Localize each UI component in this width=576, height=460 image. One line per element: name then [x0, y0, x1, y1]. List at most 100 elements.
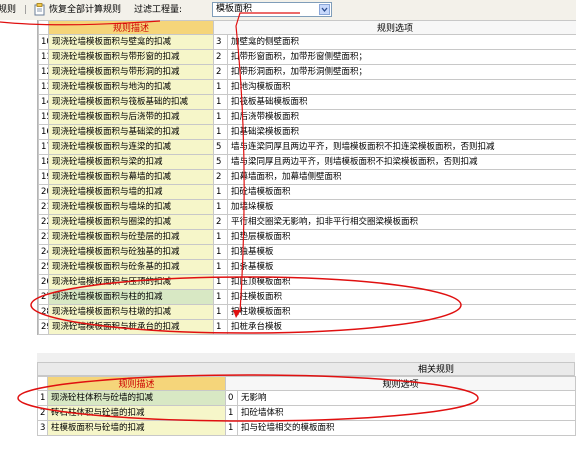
rule-row-option[interactable]: 扣后浇带模板面积 [226, 109, 576, 125]
rule-row[interactable]: 17现浇砼墙模板面积与连梁的扣减5墙与连梁同厚且两边平齐，则墙模板面积不扣连梁模… [38, 139, 576, 155]
rule-row[interactable]: 11现浇砼墙模板面积与带形窗的扣减2扣带形窗面积，加带形窗侧壁面积； [38, 49, 576, 65]
rule-row[interactable]: 24现浇砼墙模板面积与砼独基的扣减1扣独基模板 [38, 244, 576, 260]
rule-row-option[interactable]: 扣幕墙面积，加幕墙侧壁面积 [226, 169, 576, 185]
rule-row-number: 21 [38, 199, 49, 215]
rule-row-option[interactable]: 扣基础梁模板面积 [226, 124, 576, 140]
rule-row[interactable]: 21现浇砼墙模板面积与墙垛的扣减1加墙垛模板 [38, 199, 576, 215]
related-row[interactable]: 1 现浇砼柱体积与砼墙的扣减 0 无影响 [37, 390, 576, 406]
rule-row[interactable]: 13现浇砼墙模板面积与地沟的扣减1扣地沟模板面积 [38, 79, 576, 95]
rule-row-code: 2 [213, 49, 228, 65]
rule-row-option[interactable]: 扣条基模板 [226, 259, 576, 275]
restore-rules-icon[interactable] [34, 3, 46, 16]
rule-row-option[interactable]: 扣带形洞面积，加带形洞侧壁面积； [226, 64, 576, 80]
column-header-desc[interactable]: 规则描述 [48, 20, 214, 35]
related-row[interactable]: 3 柱模板面积与砼墙的扣减 1 扣与砼墙相交的模板面积 [37, 420, 576, 436]
filter-quantity-value: 模板面积 [216, 4, 253, 14]
filter-quantity-select[interactable]: 模板面积 [212, 2, 332, 17]
rule-row[interactable]: 18现浇砼墙模板面积与梁的扣减5墙与梁同厚且两边平齐，则墙模板面积不扣梁模板面积… [38, 154, 576, 170]
rule-row-code: 5 [213, 139, 228, 155]
rule-row-number: 29 [38, 319, 49, 335]
rule-row[interactable]: 23现浇砼墙模板面积与砼垫层的扣减1扣垫层模板面积 [38, 229, 576, 245]
rule-row[interactable]: 20现浇砼墙模板面积与墙的扣减1扣砼墙模板面积 [38, 184, 576, 200]
related-row-option[interactable]: 无影响 [236, 390, 576, 406]
rule-row-option[interactable]: 加墙垛模板 [226, 199, 576, 215]
rule-row-code: 1 [213, 289, 228, 305]
rule-row-option[interactable]: 平行相交圈梁无影响，扣非平行相交圈梁模板面积 [226, 214, 576, 230]
rule-row-description: 现浇砼墙模板面积与连梁的扣减 [48, 139, 214, 155]
related-row-number: 1 [37, 390, 48, 406]
restore-all-rules-button[interactable]: 恢复全部计算规则 [49, 3, 121, 17]
rule-row-description: 现浇砼墙模板面积与基础梁的扣减 [48, 124, 214, 140]
left-pane [0, 20, 37, 460]
rule-row-description: 现浇砼墙模板面积与砼垫层的扣减 [48, 229, 214, 245]
rule-row[interactable]: 12现浇砼墙模板面积与带形洞的扣减2扣带形洞面积，加带形洞侧壁面积； [38, 64, 576, 80]
related-row-option[interactable]: 扣与砼墙相交的模板面积 [236, 420, 576, 436]
related-header-options[interactable]: 规则选项 [224, 376, 576, 391]
rule-row-code: 1 [213, 259, 228, 275]
rule-row-option[interactable]: 扣垫层模板面积 [226, 229, 576, 245]
rule-row-number: 20 [38, 184, 49, 200]
rule-row[interactable]: 10现浇砼墙模板面积与壁龛的扣减3加壁龛的侧壁面积 [38, 34, 576, 50]
rule-row[interactable]: 15现浇砼墙模板面积与后浇带的扣减1扣后浇带模板面积 [38, 109, 576, 125]
rule-row-number: 12 [38, 64, 49, 80]
related-row-description: 现浇砼柱体积与砼墙的扣减 [47, 390, 226, 406]
rule-row[interactable]: 14现浇砼墙模板面积与筏板基础的扣减1扣筏板基础模板面积 [38, 94, 576, 110]
related-rules-title: 相关规则 [37, 362, 575, 376]
rule-row-number: 24 [38, 244, 49, 260]
rule-row-option[interactable]: 墙与梁同厚且两边平齐，则墙模板面积不扣梁模板面积，否则扣减 [226, 154, 576, 170]
rules-table: 规则描述 规则选项 10现浇砼墙模板面积与壁龛的扣减3加壁龛的侧壁面积11现浇砼… [38, 20, 576, 335]
filter-quantity-label: 过滤工程量: [134, 5, 183, 15]
rule-row-description: 现浇砼墙模板面积与墙垛的扣减 [48, 199, 214, 215]
rule-row-code: 1 [213, 79, 228, 95]
rule-row-option[interactable]: 加壁龛的侧壁面积 [226, 34, 576, 50]
column-header-options[interactable]: 规则选项 [212, 20, 576, 35]
rule-row[interactable]: 25现浇砼墙模板面积与砼条基的扣减1扣条基模板 [38, 259, 576, 275]
rule-row-option[interactable]: 扣独基模板 [226, 244, 576, 260]
related-row[interactable]: 2 砖石柱体积与砼墙的扣减 1 扣砼墙体积 [37, 405, 576, 421]
rule-row-code: 1 [213, 244, 228, 260]
related-row-description: 砖石柱体积与砼墙的扣减 [47, 405, 226, 421]
rules-label[interactable]: 规则 [0, 3, 16, 17]
rule-row-option[interactable]: 扣带形窗面积，加带形窗侧壁面积； [226, 49, 576, 65]
grid-empty-area [37, 353, 575, 362]
rule-row-number: 23 [38, 229, 49, 245]
rule-row[interactable]: 29现浇砼墙模板面积与桩承台的扣减1扣桩承台模板 [38, 319, 576, 335]
rule-row[interactable]: 27现浇砼墙模板面积与柱的扣减1扣柱模板面积 [38, 289, 576, 305]
rule-row-option[interactable]: 扣砼墙模板面积 [226, 184, 576, 200]
rule-row-option[interactable]: 扣柱墩模板面积 [226, 304, 576, 320]
rule-row-option[interactable]: 墙与连梁同厚且两边平齐，则墙模板面积不扣连梁模板面积，否则扣减 [226, 139, 576, 155]
rule-row[interactable]: 28现浇砼墙模板面积与柱墩的扣减1扣柱墩模板面积 [38, 304, 576, 320]
rule-row-code: 1 [213, 304, 228, 320]
rule-row-number: 27 [38, 289, 49, 305]
rule-row[interactable]: 26现浇砼墙模板面积与压顶的扣减1扣压顶模板面积 [38, 274, 576, 290]
rule-row[interactable]: 16现浇砼墙模板面积与基础梁的扣减1扣基础梁模板面积 [38, 124, 576, 140]
rule-row-number: 14 [38, 94, 49, 110]
related-row-code: 1 [225, 420, 238, 436]
rule-row-description: 现浇砼墙模板面积与地沟的扣减 [48, 79, 214, 95]
rule-row-option[interactable]: 扣地沟模板面积 [226, 79, 576, 95]
related-row-option[interactable]: 扣砼墙体积 [236, 405, 576, 421]
related-row-number: 2 [37, 405, 48, 421]
rule-row-number: 25 [38, 259, 49, 275]
rule-row-number: 17 [38, 139, 49, 155]
related-header-desc[interactable]: 规则描述 [47, 376, 226, 391]
rule-row[interactable]: 19现浇砼墙模板面积与幕墙的扣减2扣幕墙面积，加幕墙侧壁面积 [38, 169, 576, 185]
rule-row-description: 现浇砼墙模板面积与带形洞的扣减 [48, 64, 214, 80]
rule-row-code: 3 [213, 34, 228, 50]
rule-row-option[interactable]: 扣压顶模板面积 [226, 274, 576, 290]
rule-row-code: 2 [213, 169, 228, 185]
rule-row-number: 15 [38, 109, 49, 125]
rule-row[interactable]: 22现浇砼墙模板面积与圈梁的扣减2平行相交圈梁无影响，扣非平行相交圈梁模板面积 [38, 214, 576, 230]
chevron-down-icon[interactable] [319, 4, 330, 15]
rule-row-description: 现浇砼墙模板面积与柱的扣减 [48, 289, 214, 305]
rule-row-description: 现浇砼墙模板面积与砼独基的扣减 [48, 244, 214, 260]
rules-grid: 规则描述 规则选项 10现浇砼墙模板面积与壁龛的扣减3加壁龛的侧壁面积11现浇砼… [37, 20, 576, 335]
rule-row-code: 1 [213, 184, 228, 200]
rule-row-option[interactable]: 扣柱模板面积 [226, 289, 576, 305]
rule-row-code: 1 [213, 199, 228, 215]
related-row-number: 3 [37, 420, 48, 436]
rule-row-code: 1 [213, 229, 228, 245]
rule-row-option[interactable]: 扣桩承台模板 [226, 319, 576, 335]
rule-row-option[interactable]: 扣筏板基础模板面积 [226, 94, 576, 110]
rule-row-number: 19 [38, 169, 49, 185]
